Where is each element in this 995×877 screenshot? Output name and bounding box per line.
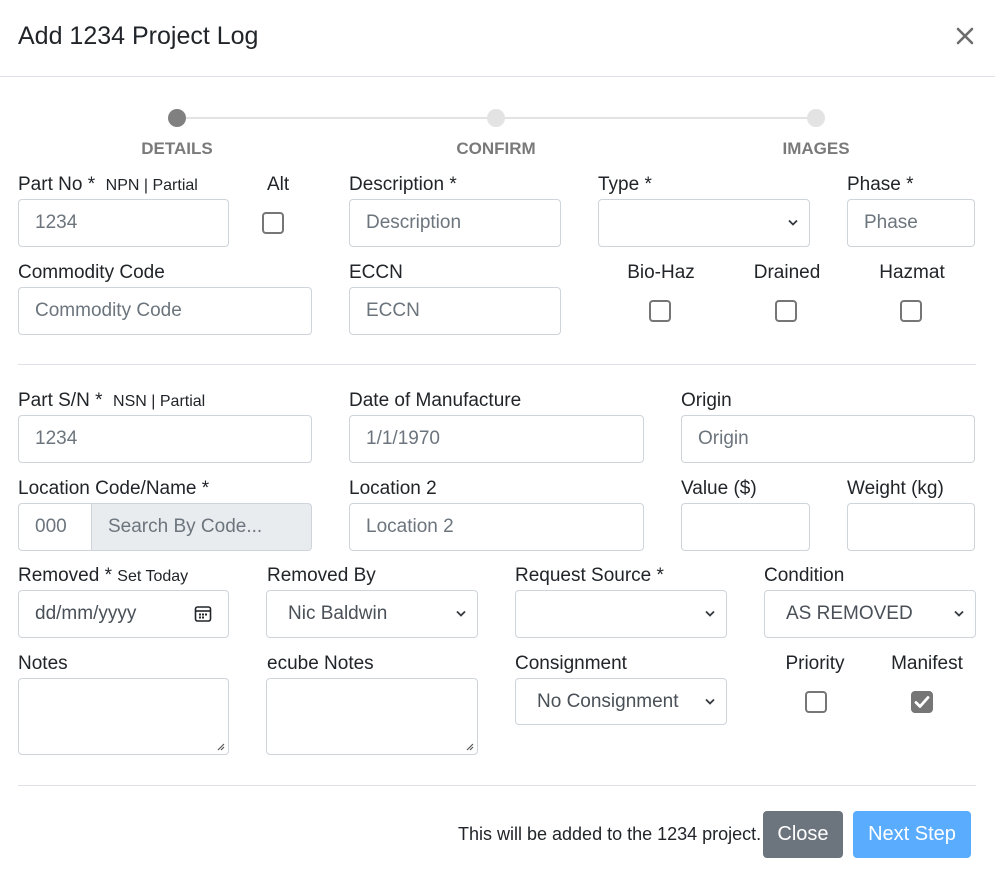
chevron-down-icon — [705, 610, 715, 617]
hazmat-label: Hazmat — [879, 262, 945, 283]
priority-label: Priority — [785, 653, 845, 674]
location-2-label: Location 2 — [349, 478, 437, 499]
hazmat-checkbox[interactable] — [900, 300, 922, 322]
removed-by-label: Removed By — [267, 565, 376, 586]
type-label: Type * — [598, 174, 652, 195]
manifest-label: Manifest — [891, 653, 963, 674]
request-source-select[interactable] — [515, 590, 727, 638]
phase-input[interactable]: Phase — [847, 199, 975, 247]
consignment-value: No Consignment — [537, 690, 679, 712]
alt-checkbox[interactable] — [262, 212, 284, 234]
consignment-label: Consignment — [515, 653, 627, 674]
value-label: Value ($) — [681, 478, 757, 499]
drained-label: Drained — [753, 262, 821, 283]
calendar-icon[interactable] — [194, 605, 212, 623]
footer-info-text: This will be added to the 1234 project. — [458, 824, 762, 844]
chevron-down-icon — [705, 698, 715, 705]
removed-by-value: Nic Baldwin — [288, 603, 388, 624]
origin-label: Origin — [681, 390, 732, 411]
condition-label: Condition — [764, 565, 845, 586]
set-today-link[interactable]: Set Today — [117, 568, 188, 585]
description-label: Description * — [349, 174, 457, 195]
manifest-checkbox[interactable] — [911, 691, 933, 713]
location-search-input[interactable]: Search By Code... — [91, 503, 312, 551]
part-no-label: Part No * NPN | Partial — [18, 174, 198, 196]
condition-value: AS REMOVED — [786, 603, 913, 624]
weight-label: Weight (kg) — [847, 478, 944, 499]
step-dot-images — [807, 109, 825, 127]
step-dot-confirm — [487, 109, 505, 127]
request-source-label: Request Source * — [515, 565, 664, 586]
next-step-button[interactable]: Next Step — [853, 811, 971, 858]
phase-label: Phase * — [847, 174, 914, 195]
location-2-input[interactable]: Location 2 — [349, 503, 644, 551]
removed-label: Removed * Set Today — [18, 565, 188, 587]
value-input[interactable] — [681, 503, 810, 551]
close-icon[interactable] — [952, 22, 978, 50]
removed-label-text: Removed * — [18, 565, 112, 586]
checkmark-icon — [914, 696, 930, 708]
ecube-notes-textarea[interactable] — [266, 678, 478, 755]
removed-date-input[interactable]: dd/mm/yyyy — [18, 590, 229, 638]
drained-checkbox[interactable] — [775, 300, 797, 322]
resize-handle-icon[interactable] — [464, 741, 474, 751]
chevron-down-icon — [788, 219, 798, 226]
commodity-code-label: Commodity Code — [18, 262, 165, 283]
location-code-label: Location Code/Name * — [18, 478, 210, 499]
part-sn-label-text: Part S/N * — [18, 390, 103, 411]
type-select[interactable] — [598, 199, 810, 247]
part-sn-hint[interactable]: NSN | Partial — [113, 393, 205, 410]
part-sn-input[interactable]: 1234 — [18, 415, 312, 463]
origin-input[interactable]: Origin — [681, 415, 975, 463]
section-divider — [18, 364, 976, 365]
removed-date-placeholder: dd/mm/yyyy — [35, 603, 137, 624]
date-of-manufacture-input[interactable]: 1/1/1970 — [349, 415, 644, 463]
location-code-input[interactable]: 000 — [18, 503, 92, 551]
notes-textarea[interactable] — [18, 678, 229, 755]
chevron-down-icon — [456, 610, 466, 617]
part-sn-label: Part S/N * NSN | Partial — [18, 390, 205, 412]
resize-handle-icon[interactable] — [215, 741, 225, 751]
part-no-hint[interactable]: NPN | Partial — [106, 177, 198, 194]
part-no-label-text: Part No * — [18, 174, 96, 195]
priority-checkbox[interactable] — [805, 691, 827, 713]
notes-label: Notes — [18, 653, 68, 674]
part-no-input[interactable]: 1234 — [18, 199, 229, 247]
step-label-details[interactable]: DETAILS — [141, 139, 212, 159]
description-input[interactable]: Description — [349, 199, 561, 247]
eccn-input[interactable]: ECCN — [349, 287, 561, 335]
step-dot-details — [168, 109, 186, 127]
bio-haz-label: Bio-Haz — [627, 262, 695, 283]
date-of-manufacture-label: Date of Manufacture — [349, 390, 522, 411]
close-button[interactable]: Close — [763, 811, 843, 858]
modal-title: Add 1234 Project Log — [18, 22, 259, 50]
eccn-label: ECCN — [349, 262, 403, 283]
header-divider — [0, 76, 995, 77]
weight-input[interactable] — [847, 503, 975, 551]
alt-label: Alt — [267, 174, 290, 195]
chevron-down-icon — [954, 610, 964, 617]
commodity-code-input[interactable]: Commodity Code — [18, 287, 312, 335]
bio-haz-checkbox[interactable] — [649, 300, 671, 322]
removed-by-select[interactable]: Nic Baldwin — [266, 590, 478, 638]
consignment-select[interactable]: No Consignment — [515, 678, 727, 725]
step-label-confirm[interactable]: CONFIRM — [456, 139, 535, 159]
ecube-notes-label: ecube Notes — [267, 653, 374, 674]
condition-select[interactable]: AS REMOVED — [764, 590, 976, 638]
step-label-images[interactable]: IMAGES — [782, 139, 849, 159]
footer-divider — [18, 785, 976, 786]
